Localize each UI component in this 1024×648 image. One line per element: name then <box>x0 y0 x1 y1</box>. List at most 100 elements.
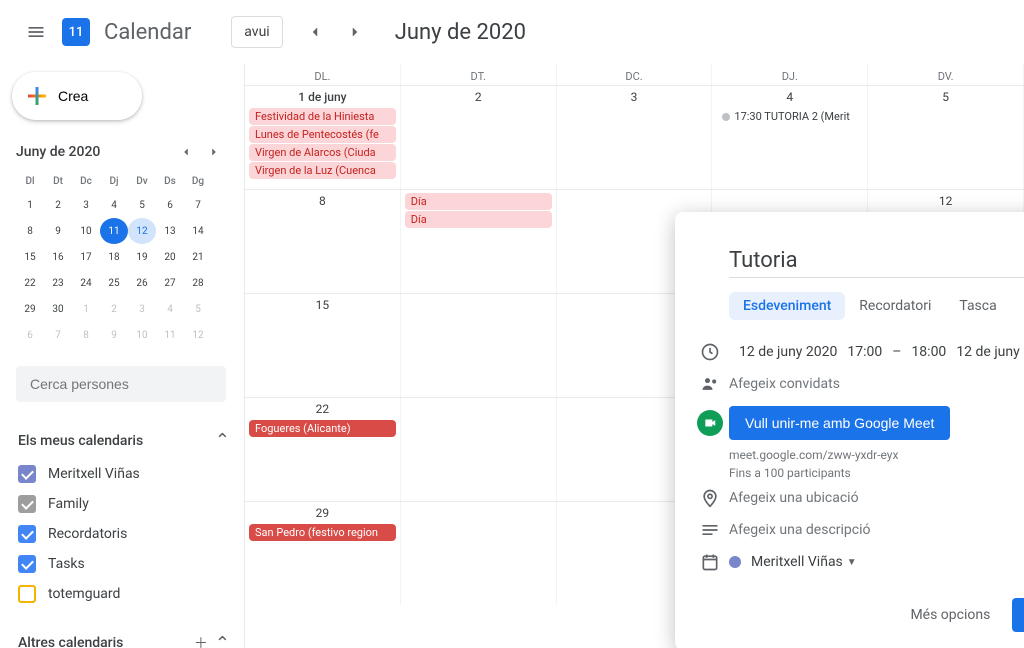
day-number: 5 <box>870 90 1021 104</box>
day-cell[interactable]: 2 <box>401 86 557 189</box>
copy-link-button[interactable] <box>1017 407 1024 439</box>
mini-day-cell[interactable]: 6 <box>156 192 184 218</box>
mini-day-cell[interactable]: 10 <box>128 322 156 348</box>
day-cell[interactable]: 417:30 TUTORIA 2 (Merit <box>712 86 868 189</box>
today-button[interactable]: avui <box>231 16 282 48</box>
calendar-list-item[interactable]: Tasks <box>18 549 244 579</box>
more-options-button[interactable]: Més opcions <box>910 607 990 623</box>
event-chip[interactable]: Día <box>405 211 552 228</box>
calendar-checkbox[interactable] <box>18 525 36 543</box>
mini-day-cell[interactable]: 7 <box>44 322 72 348</box>
calendar-list-item[interactable]: totemguard <box>18 579 244 609</box>
mini-day-cell[interactable]: 21 <box>184 244 212 270</box>
mini-day-cell[interactable]: 6 <box>16 322 44 348</box>
add-guests-input[interactable]: Afegeix convidats <box>675 368 1024 400</box>
mini-day-cell[interactable]: 18 <box>100 244 128 270</box>
calendar-list-item[interactable]: Meritxell Viñas <box>18 459 244 489</box>
calendar-checkbox[interactable] <box>18 465 36 483</box>
calendar-checkbox[interactable] <box>18 585 36 603</box>
event-type-tab[interactable]: Esdeveniment <box>729 292 845 320</box>
day-cell[interactable]: 29San Pedro (festivo region <box>245 502 401 605</box>
mini-day-cell[interactable]: 4 <box>156 296 184 322</box>
my-calendars-toggle[interactable]: Els meus calendaris ⌃ <box>12 426 244 455</box>
mini-day-cell[interactable]: 1 <box>72 296 100 322</box>
day-cell[interactable]: 3 <box>557 86 713 189</box>
mini-day-cell[interactable]: 5 <box>128 192 156 218</box>
add-location-input[interactable]: Afegeix una ubicació <box>675 482 1024 514</box>
prev-period-button[interactable] <box>295 12 335 52</box>
day-cell[interactable]: 15 <box>245 294 401 397</box>
mini-next-button[interactable] <box>200 138 228 166</box>
day-number: 3 <box>559 90 710 104</box>
mini-day-cell[interactable]: 1 <box>16 192 44 218</box>
mini-day-cell[interactable]: 27 <box>156 270 184 296</box>
mini-day-cell[interactable]: 11 <box>100 218 128 244</box>
event-title-input[interactable]: Tutoria <box>729 248 1024 278</box>
day-cell[interactable]: DíaDía <box>401 190 557 293</box>
day-cell[interactable]: 22Fogueres (Alicante) <box>245 398 401 501</box>
event-type-tab[interactable]: Tasca <box>945 292 1010 320</box>
mini-day-cell[interactable]: 25 <box>100 270 128 296</box>
add-calendar-button[interactable]: ＋ <box>187 629 215 648</box>
mini-day-cell[interactable]: 14 <box>184 218 212 244</box>
main-menu-icon[interactable] <box>16 12 56 52</box>
mini-day-cell[interactable]: 13 <box>156 218 184 244</box>
next-period-button[interactable] <box>335 12 375 52</box>
mini-day-cell[interactable]: 12 <box>128 218 156 244</box>
mini-day-cell[interactable]: 10 <box>72 218 100 244</box>
day-cell[interactable]: 8 <box>245 190 401 293</box>
add-description-input[interactable]: Afegeix una descripció <box>675 514 1024 546</box>
mini-day-cell[interactable]: 7 <box>184 192 212 218</box>
create-button[interactable]: Crea <box>12 72 142 120</box>
event-chip[interactable]: Lunes de Pentecostés (fe <box>249 126 396 143</box>
calendar-checkbox[interactable] <box>18 495 36 513</box>
event-chip[interactable]: Virgen de la Luz (Cuenca <box>249 162 396 179</box>
mini-day-cell[interactable]: 2 <box>100 296 128 322</box>
event-chip[interactable]: Día <box>405 193 552 210</box>
mini-day-cell[interactable]: 30 <box>44 296 72 322</box>
day-cell[interactable] <box>401 502 557 605</box>
calendar-checkbox[interactable] <box>18 555 36 573</box>
calendar-list-item[interactable]: Family <box>18 489 244 519</box>
mini-day-cell[interactable]: 3 <box>128 296 156 322</box>
day-cell[interactable] <box>401 294 557 397</box>
mini-day-cell[interactable]: 12 <box>184 322 212 348</box>
mini-day-cell[interactable]: 5 <box>184 296 212 322</box>
mini-day-cell[interactable]: 9 <box>44 218 72 244</box>
event-chip[interactable]: 17:30 TUTORIA 2 (Merit <box>716 108 863 125</box>
day-cell[interactable] <box>401 398 557 501</box>
calendar-list-item[interactable]: Recordatoris <box>18 519 244 549</box>
mini-day-cell[interactable]: 11 <box>156 322 184 348</box>
calendar-selector[interactable]: Meritxell Viñas ▼ <box>675 546 1024 578</box>
day-cell[interactable]: 5 <box>868 86 1024 189</box>
join-meet-button[interactable]: Vull unir-me amb Google Meet <box>729 406 950 440</box>
mini-day-cell[interactable]: 17 <box>72 244 100 270</box>
mini-day-cell[interactable]: 23 <box>44 270 72 296</box>
mini-day-cell[interactable]: 29 <box>16 296 44 322</box>
event-type-tab[interactable]: Recordatori <box>845 292 945 320</box>
mini-day-cell[interactable]: 8 <box>72 322 100 348</box>
mini-day-cell[interactable]: 24 <box>72 270 100 296</box>
day-cell[interactable]: 1 de junyFestividad de la HiniestaLunes … <box>245 86 401 189</box>
mini-day-cell[interactable]: 9 <box>100 322 128 348</box>
mini-day-cell[interactable]: 16 <box>44 244 72 270</box>
mini-day-cell[interactable]: 2 <box>44 192 72 218</box>
mini-day-cell[interactable]: 28 <box>184 270 212 296</box>
mini-day-cell[interactable]: 15 <box>16 244 44 270</box>
mini-day-cell[interactable]: 3 <box>72 192 100 218</box>
mini-day-cell[interactable]: 4 <box>100 192 128 218</box>
mini-day-cell[interactable]: 22 <box>16 270 44 296</box>
save-button[interactable]: Desa <box>1012 598 1024 632</box>
event-chip[interactable]: Festividad de la Hiniesta <box>249 108 396 125</box>
event-chip[interactable]: Fogueres (Alicante) <box>249 420 396 437</box>
mini-prev-button[interactable] <box>172 138 200 166</box>
mini-day-cell[interactable]: 8 <box>16 218 44 244</box>
app-header: 11 Calendar avui Juny de 2020 <box>0 0 1024 64</box>
event-chip[interactable]: Virgen de Alarcos (Ciuda <box>249 144 396 161</box>
mini-day-cell[interactable]: 20 <box>156 244 184 270</box>
mini-day-cell[interactable]: 26 <box>128 270 156 296</box>
event-chip[interactable]: San Pedro (festivo region <box>249 524 396 541</box>
search-people-input[interactable] <box>16 366 226 402</box>
mini-day-cell[interactable]: 19 <box>128 244 156 270</box>
event-time-row[interactable]: 12 de juny 2020 17:00 – 18:00 12 de juny… <box>675 336 1024 368</box>
